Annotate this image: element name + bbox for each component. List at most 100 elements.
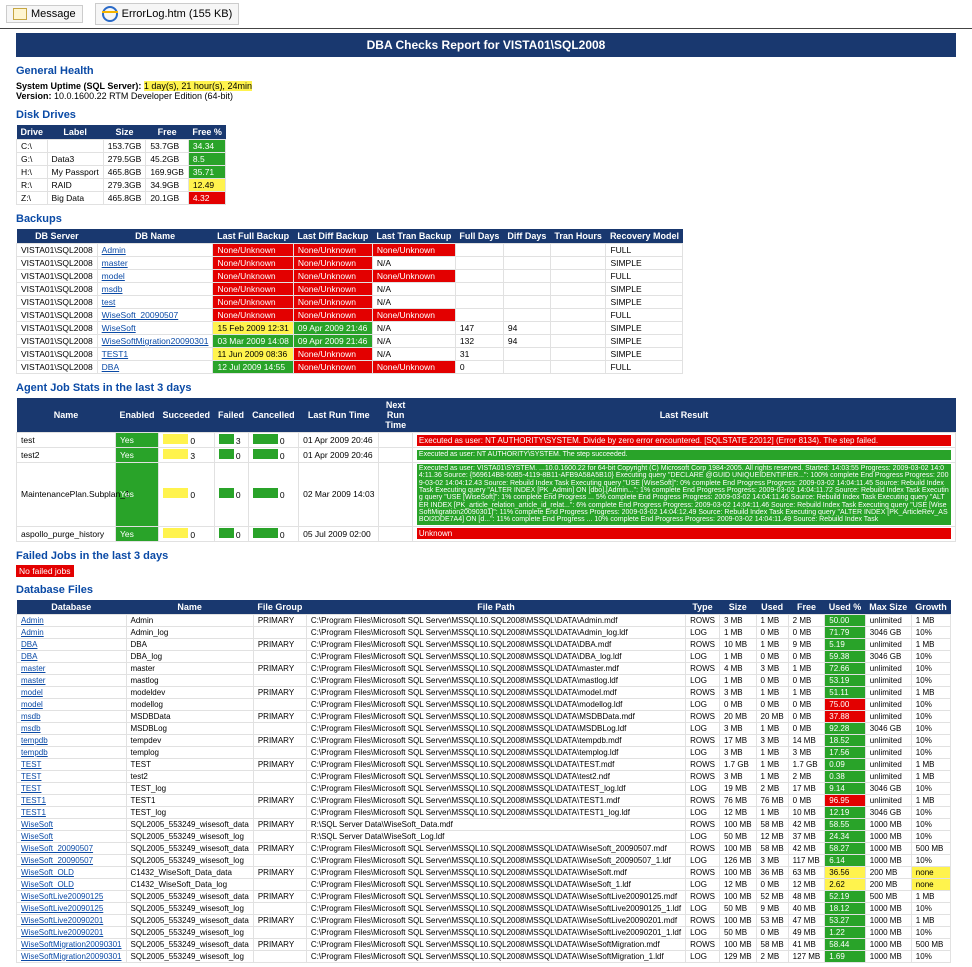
col-header: Last Tran Backup xyxy=(372,229,455,244)
table-row: WiseSoftLive20090201SQL2005_553249_wises… xyxy=(17,914,951,926)
table-row: WiseSoft_20090507SQL2005_553249_wisesoft… xyxy=(17,854,951,866)
uptime-value: 1 day(s), 21 hour(s), 24min xyxy=(144,81,252,91)
table-row: R:\RAID279.3GB34.9GB12.49 xyxy=(17,179,226,192)
table-row: tempdbtempdevPRIMARYC:\Program Files\Mic… xyxy=(17,734,951,746)
col-header: DB Name xyxy=(97,229,213,244)
table-row: VISTA01\SQL2008WiseSoft_20090507None/Unk… xyxy=(17,309,683,322)
files-table: DatabaseNameFile GroupFile PathTypeSizeU… xyxy=(16,600,951,963)
table-row: WiseSoftSQL2005_553249_wisesoft_logR:\SQ… xyxy=(17,830,951,842)
table-row: VISTA01\SQL2008msdbNone/UnknownNone/Unkn… xyxy=(17,283,683,296)
col-header: Last Result xyxy=(412,398,955,433)
table-row: VISTA01\SQL2008TEST111 Jun 2009 08:36Non… xyxy=(17,348,683,361)
table-row: WiseSoft_OLDC1432_WiseSoft_Data_dataPRIM… xyxy=(17,866,951,878)
table-row: VISTA01\SQL2008modelNone/UnknownNone/Unk… xyxy=(17,270,683,283)
table-row: VISTA01\SQL2008testNone/UnknownNone/Unkn… xyxy=(17,296,683,309)
table-row: AdminAdmin_logC:\Program Files\Microsoft… xyxy=(17,626,951,638)
section-database-files: Database Files xyxy=(16,584,956,596)
table-row: TESTTESTPRIMARYC:\Program Files\Microsof… xyxy=(17,758,951,770)
table-row: TEST1TEST1PRIMARYC:\Program Files\Micros… xyxy=(17,794,951,806)
section-disk-drives: Disk Drives xyxy=(16,109,956,121)
table-row: msdbMSDBDataPRIMARYC:\Program Files\Micr… xyxy=(17,710,951,722)
table-row: C:\153.7GB53.7GB34.34 xyxy=(17,140,226,153)
table-row: DBADBAPRIMARYC:\Program Files\Microsoft … xyxy=(17,638,951,650)
table-row: WiseSoftLive20090125SQL2005_553249_wises… xyxy=(17,890,951,902)
col-header: Recovery Model xyxy=(606,229,683,244)
col-header: Drive xyxy=(17,125,48,140)
col-header: Size xyxy=(103,125,146,140)
table-row: G:\Data3279.5GB45.2GB8.5 xyxy=(17,153,226,166)
col-header: Last Full Backup xyxy=(213,229,293,244)
uptime-label: System Uptime (SQL Server): xyxy=(16,81,141,91)
col-header: Growth xyxy=(911,600,951,615)
table-row: WiseSoftSQL2005_553249_wisesoft_dataPRIM… xyxy=(17,818,951,830)
table-row: TESTTEST_logC:\Program Files\Microsoft S… xyxy=(17,782,951,794)
table-row: MaintenancePlan.Subplan_1Yes 0 0 002 Mar… xyxy=(17,463,956,527)
col-header: Size xyxy=(719,600,756,615)
table-row: WiseSoft_20090507SQL2005_553249_wisesoft… xyxy=(17,842,951,854)
col-header: Cancelled xyxy=(248,398,299,433)
table-row: VISTA01\SQL2008AdminNone/UnknownNone/Unk… xyxy=(17,244,683,257)
col-header: Free xyxy=(146,125,189,140)
section-general-health: General Health xyxy=(16,65,956,77)
backups-table: DB ServerDB NameLast Full BackupLast Dif… xyxy=(16,229,683,374)
col-header: Full Days xyxy=(455,229,503,244)
message-tab-label: Message xyxy=(31,8,76,20)
table-row: testYes 0 3 001 Apr 2009 20:46Executed a… xyxy=(17,433,956,448)
col-header: Next Run Time xyxy=(379,398,412,433)
report-title-banner: DBA Checks Report for VISTA01\SQL2008 xyxy=(16,33,956,57)
table-row: modelmodeldevPRIMARYC:\Program Files\Mic… xyxy=(17,686,951,698)
table-row: VISTA01\SQL2008masterNone/UnknownNone/Un… xyxy=(17,257,683,270)
ie-icon xyxy=(102,6,118,22)
version-label: Version: xyxy=(16,91,52,101)
col-header: Diff Days xyxy=(503,229,550,244)
col-header: File Group xyxy=(253,600,306,615)
col-header: Type xyxy=(686,600,720,615)
table-row: WiseSoftMigration20090301SQL2005_553249_… xyxy=(17,938,951,950)
section-agent-jobs: Agent Job Stats in the last 3 days xyxy=(16,382,956,394)
col-header: Free xyxy=(788,600,825,615)
attachment-tab[interactable]: ErrorLog.htm (155 KB) xyxy=(95,3,240,25)
table-row: WiseSoftLive20090125SQL2005_553249_wises… xyxy=(17,902,951,914)
col-header: File Path xyxy=(306,600,685,615)
table-row: tempdbtemplogC:\Program Files\Microsoft … xyxy=(17,746,951,758)
table-row: DBADBA_logC:\Program Files\Microsoft SQL… xyxy=(17,650,951,662)
table-row: Z:\Big Data465.8GB20.1GB4.32 xyxy=(17,192,226,205)
table-row: WiseSoftLive20090201SQL2005_553249_wises… xyxy=(17,926,951,938)
section-backups: Backups xyxy=(16,213,956,225)
col-header: Last Run Time xyxy=(299,398,379,433)
table-row: mastermasterPRIMARYC:\Program Files\Micr… xyxy=(17,662,951,674)
col-header: Used xyxy=(756,600,788,615)
col-header: Name xyxy=(126,600,253,615)
col-header: Name xyxy=(17,398,116,433)
col-header: Used % xyxy=(825,600,866,615)
table-row: VISTA01\SQL2008WiseSoftMigration20090301… xyxy=(17,335,683,348)
version-value: 10.0.1600.22 RTM Developer Edition (64-b… xyxy=(54,91,233,101)
mail-icon xyxy=(13,8,27,20)
table-row: AdminAdminPRIMARYC:\Program Files\Micros… xyxy=(17,614,951,626)
agent-table: NameEnabledSucceededFailedCancelledLast … xyxy=(16,398,956,542)
col-header: Label xyxy=(47,125,103,140)
version-line: Version: 10.0.1600.22 RTM Developer Edit… xyxy=(16,91,956,101)
table-row: aspollo_purge_historyYes 0 0 005 Jul 200… xyxy=(17,526,956,541)
col-header: Database xyxy=(17,600,127,615)
col-header: Tran Hours xyxy=(550,229,606,244)
table-row: msdbMSDBLogC:\Program Files\Microsoft SQ… xyxy=(17,722,951,734)
table-row: VISTA01\SQL2008DBA12 Jul 2009 14:55None/… xyxy=(17,361,683,374)
col-header: Max Size xyxy=(865,600,911,615)
section-failed-jobs: Failed Jobs in the last 3 days xyxy=(16,550,956,562)
table-row: modelmodellogC:\Program Files\Microsoft … xyxy=(17,698,951,710)
col-header: Last Diff Backup xyxy=(293,229,372,244)
table-row: TEST1TEST_logC:\Program Files\Microsoft … xyxy=(17,806,951,818)
uptime-line: System Uptime (SQL Server): 1 day(s), 21… xyxy=(16,81,956,91)
col-header: Succeeded xyxy=(159,398,215,433)
table-row: test2Yes 3 0 001 Apr 2009 20:46Executed … xyxy=(17,448,956,463)
col-header: Free % xyxy=(188,125,226,140)
table-row: WiseSoft_OLDC1432_WiseSoft_Data_logC:\Pr… xyxy=(17,878,951,890)
table-row: TESTtest2C:\Program Files\Microsoft SQL … xyxy=(17,770,951,782)
table-row: mastermastlogC:\Program Files\Microsoft … xyxy=(17,674,951,686)
col-header: Enabled xyxy=(116,398,159,433)
message-tab[interactable]: Message xyxy=(6,5,83,23)
col-header: DB Server xyxy=(17,229,98,244)
table-row: VISTA01\SQL2008WiseSoft15 Feb 2009 12:31… xyxy=(17,322,683,335)
attachment-tab-label: ErrorLog.htm (155 KB) xyxy=(122,8,233,20)
